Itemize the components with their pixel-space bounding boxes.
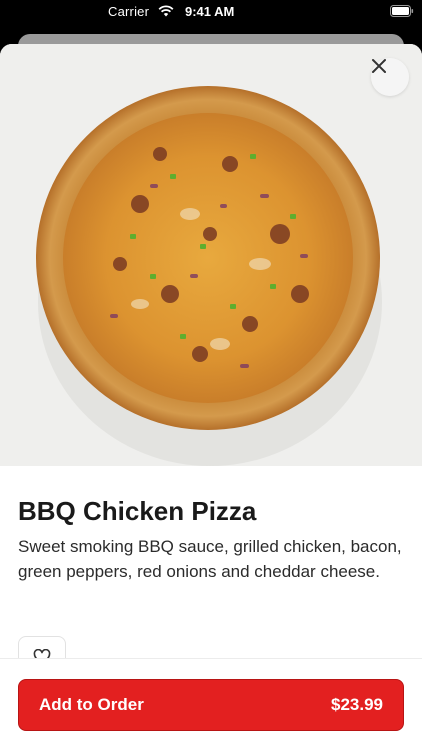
add-to-order-button[interactable]: Add to Order $23.99 <box>18 679 404 731</box>
close-button[interactable] <box>371 58 409 96</box>
product-description: Sweet smoking BBQ sauce, grilled chicken… <box>18 537 402 581</box>
price-label: $23.99 <box>331 695 383 714</box>
status-bar: Carrier 9:41 AM <box>0 0 422 30</box>
carrier-label: Carrier <box>108 4 150 19</box>
clock-label: 9:41 AM <box>185 4 235 19</box>
pizza-photo <box>0 44 422 466</box>
product-details: BBQ Chicken Pizza Sweet smoking BBQ sauc… <box>18 494 404 584</box>
product-title: BBQ Chicken Pizza <box>18 496 257 526</box>
product-image <box>0 44 422 466</box>
bottom-bar: Add to Order $23.99 <box>0 658 422 750</box>
battery-icon <box>390 5 414 17</box>
product-sheet: BBQ Chicken Pizza Sweet smoking BBQ sauc… <box>0 44 422 750</box>
wifi-icon <box>158 5 174 17</box>
close-icon <box>372 59 386 73</box>
add-to-order-label: Add to Order <box>39 695 144 714</box>
